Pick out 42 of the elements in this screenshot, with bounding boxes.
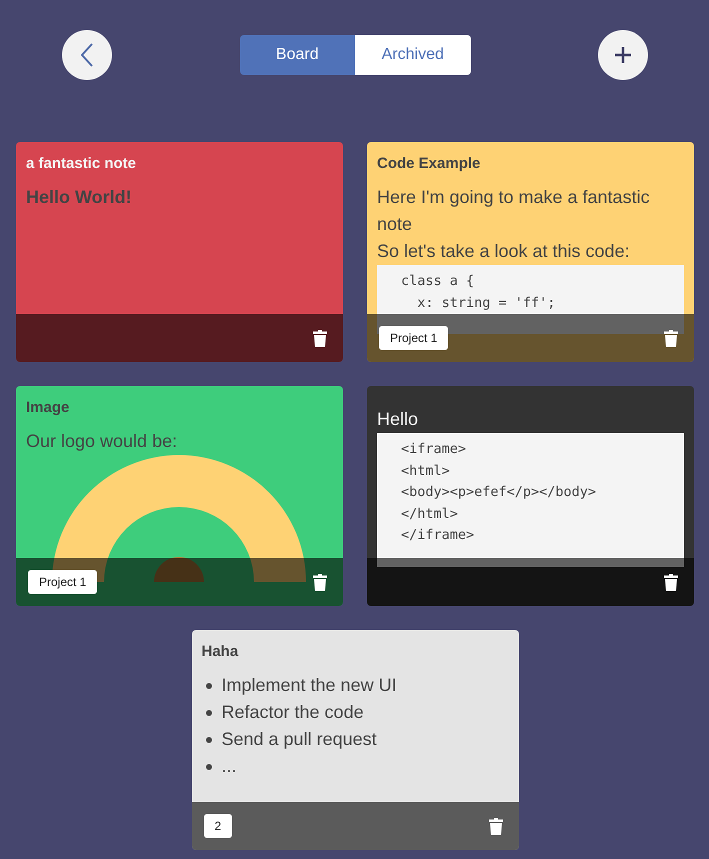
note-text: Here I'm going to make a fantastic note bbox=[377, 186, 651, 236]
code-line: </iframe> bbox=[401, 526, 476, 545]
code-line: </html> bbox=[401, 504, 459, 524]
bullet-icon bbox=[206, 710, 212, 716]
back-button[interactable] bbox=[62, 30, 112, 80]
code-line: <html> bbox=[401, 462, 451, 480]
list-item: Send a pull request bbox=[222, 728, 377, 751]
tag: 2 bbox=[204, 814, 232, 838]
bullet-icon bbox=[206, 764, 212, 770]
list-item: ... bbox=[222, 755, 237, 778]
note-text: Hello bbox=[377, 408, 420, 431]
code-line: x: string = 'ff'; bbox=[416, 294, 556, 312]
trash-icon bbox=[313, 330, 327, 346]
delete-button[interactable] bbox=[488, 818, 502, 834]
tag: Project 1 bbox=[379, 326, 448, 350]
note-title: Code Example bbox=[377, 154, 482, 174]
chevron-left-icon bbox=[81, 43, 93, 67]
tab[interactable]: Archived bbox=[355, 35, 470, 75]
code-line: class a { bbox=[401, 272, 476, 291]
note-heading: Hello World! bbox=[26, 186, 133, 209]
tab[interactable]: Board bbox=[240, 35, 355, 75]
tag: Project 1 bbox=[28, 570, 98, 594]
list-item: Refactor the code bbox=[222, 701, 364, 724]
bullet-icon bbox=[206, 736, 212, 742]
code-line: <body><p>efef</p></body> bbox=[401, 483, 598, 502]
delete-button[interactable] bbox=[664, 574, 678, 590]
list-item: Implement the new UI bbox=[222, 674, 397, 697]
note-text: So let's take a look at this code: bbox=[377, 240, 631, 263]
trash-icon bbox=[664, 574, 678, 590]
trash-icon bbox=[488, 818, 502, 834]
note-text: Our logo would be: bbox=[26, 430, 178, 453]
trash-icon bbox=[313, 574, 327, 590]
delete-button[interactable] bbox=[313, 574, 327, 590]
note-title: a fantastic note bbox=[26, 154, 138, 174]
plus-icon bbox=[615, 47, 631, 63]
delete-button[interactable] bbox=[664, 330, 678, 346]
note-title: Image bbox=[26, 398, 70, 418]
delete-button[interactable] bbox=[313, 330, 327, 346]
bullet-icon bbox=[206, 682, 212, 688]
code-line: <iframe> bbox=[401, 440, 468, 459]
note-title: Haha bbox=[202, 642, 240, 662]
add-button[interactable] bbox=[598, 30, 648, 80]
